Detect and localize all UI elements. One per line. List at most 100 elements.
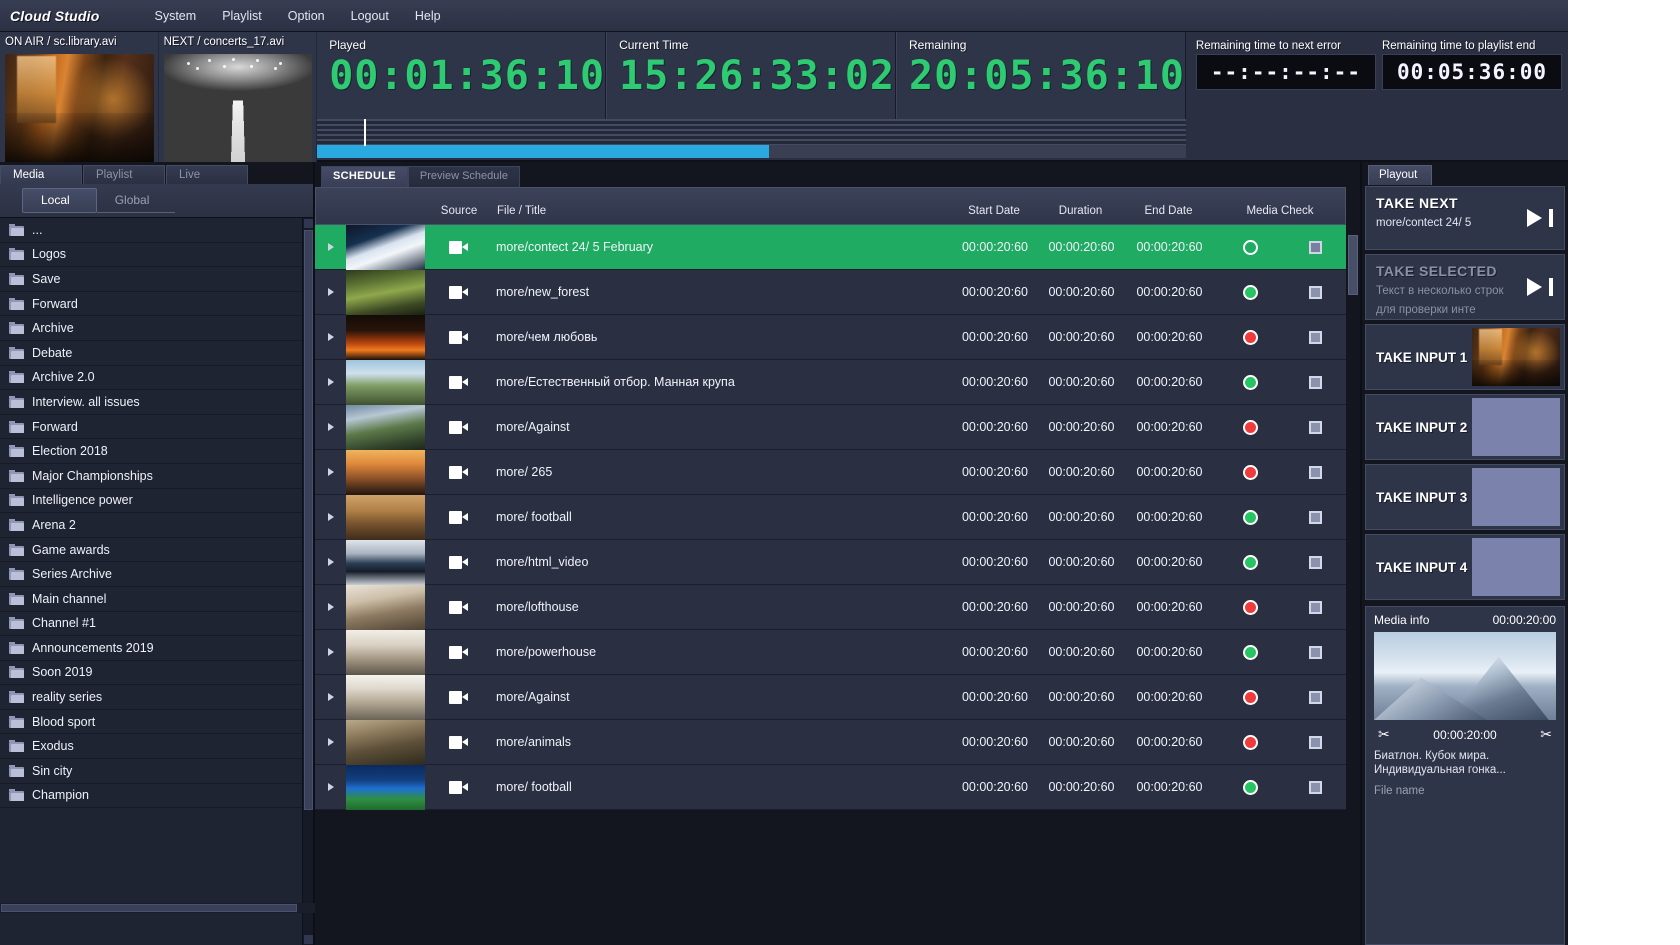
table-row[interactable]: more/powerhouse 00:00:20:60 00:00:20:60 00:… xyxy=(315,629,1346,675)
table-row[interactable]: more/html_video 00:00:20:60 00:00:20:60 00:… xyxy=(315,539,1346,585)
scroll-up-arrow[interactable] xyxy=(304,219,313,228)
row-select-checkbox-cell[interactable] xyxy=(1284,375,1346,389)
folder-item[interactable]: Series Archive xyxy=(0,562,302,587)
row-select-checkbox-cell[interactable] xyxy=(1284,510,1346,524)
sidebar-scroll-thumb[interactable] xyxy=(304,230,313,810)
take-selected-button[interactable]: TAKE SELECTED Текст в несколько строк дл… xyxy=(1365,254,1565,320)
menu-item-logout[interactable]: Logout xyxy=(338,5,402,27)
next-preview[interactable]: NEXT / concerts_17.avi xyxy=(158,32,318,162)
folder-item[interactable]: Channel #1 xyxy=(0,612,302,637)
folder-item[interactable]: Champion xyxy=(0,784,302,809)
row-expand-toggle[interactable] xyxy=(315,738,346,746)
take-input-1[interactable]: TAKE INPUT 1 xyxy=(1365,324,1565,390)
row-media-check[interactable] xyxy=(1216,239,1284,255)
row-media-check[interactable] xyxy=(1216,689,1284,705)
folder-item[interactable]: Archive xyxy=(0,316,302,341)
row-thumbnail[interactable] xyxy=(346,764,425,810)
row-thumbnail[interactable] xyxy=(346,404,425,450)
table-row[interactable]: more/Естественный отбор. Манная крупа 00:… xyxy=(315,359,1346,405)
row-thumbnail[interactable] xyxy=(346,539,425,585)
sidebar-scrollbar[interactable] xyxy=(302,218,313,945)
row-select-checkbox-cell[interactable] xyxy=(1284,555,1346,569)
table-row[interactable]: more/animals 00:00:20:60 00:00:20:60 00:00:… xyxy=(315,719,1346,765)
row-checkbox[interactable] xyxy=(1308,375,1322,389)
row-media-check[interactable] xyxy=(1216,374,1284,390)
folder-item[interactable]: Intelligence power xyxy=(0,489,302,514)
row-thumbnail[interactable] xyxy=(346,359,425,405)
row-media-check[interactable] xyxy=(1216,509,1284,525)
row-expand-toggle[interactable] xyxy=(315,603,346,611)
tab-live[interactable]: Live xyxy=(166,165,248,184)
row-media-check[interactable] xyxy=(1216,329,1284,345)
folder-item[interactable]: Major Championships xyxy=(0,464,302,489)
row-checkbox[interactable] xyxy=(1308,465,1322,479)
row-media-check[interactable] xyxy=(1216,419,1284,435)
folder-item[interactable]: Game awards xyxy=(0,538,302,563)
trim-in-icon[interactable]: ✂ xyxy=(1378,726,1390,743)
row-checkbox[interactable] xyxy=(1308,780,1322,794)
row-checkbox[interactable] xyxy=(1308,240,1322,254)
progress-bar[interactable] xyxy=(317,145,1186,158)
menu-item-playlist[interactable]: Playlist xyxy=(209,5,275,27)
row-expand-toggle[interactable] xyxy=(315,693,346,701)
row-select-checkbox-cell[interactable] xyxy=(1284,330,1346,344)
folder-item[interactable]: Arena 2 xyxy=(0,513,302,538)
column-header-source[interactable]: Source xyxy=(426,205,492,217)
onair-preview[interactable]: ON AIR / sc.library.avi xyxy=(0,32,159,162)
sidebar-horizontal-scrollbar[interactable] xyxy=(0,903,315,913)
row-expand-toggle[interactable] xyxy=(315,378,346,386)
folder-item[interactable]: Forward xyxy=(0,415,302,440)
trim-out-icon[interactable]: ✂ xyxy=(1540,726,1552,743)
row-thumbnail[interactable] xyxy=(346,584,425,630)
row-select-checkbox-cell[interactable] xyxy=(1284,465,1346,479)
folder-item[interactable]: Announcements 2019 xyxy=(0,636,302,661)
row-thumbnail[interactable] xyxy=(346,269,425,315)
folder-item[interactable]: Soon 2019 xyxy=(0,661,302,686)
row-select-checkbox-cell[interactable] xyxy=(1284,240,1346,254)
subtab-global[interactable]: Global xyxy=(96,189,176,213)
menu-item-system[interactable]: System xyxy=(142,5,210,27)
folder-item[interactable]: Forward xyxy=(0,292,302,317)
folder-item[interactable]: Exodus xyxy=(0,734,302,760)
table-row[interactable]: more/lofthouse 00:00:20:60 00:00:20:60 00:0… xyxy=(315,584,1346,630)
row-media-check[interactable] xyxy=(1216,464,1284,480)
table-row[interactable]: more/Against 00:00:20:60 00:00:20:60 00:00:… xyxy=(315,674,1346,720)
take-input-2[interactable]: TAKE INPUT 2 xyxy=(1365,394,1565,460)
folder-item[interactable]: ... xyxy=(0,218,302,243)
column-header-duration[interactable]: Duration xyxy=(1039,205,1122,217)
row-expand-toggle[interactable] xyxy=(315,243,346,251)
take-next-icon-wrap[interactable] xyxy=(1516,187,1564,249)
column-header-start-date[interactable]: Start Date xyxy=(949,205,1039,217)
subtab-local[interactable]: Local xyxy=(22,188,97,213)
row-checkbox[interactable] xyxy=(1308,510,1322,524)
folder-item[interactable]: Blood sport xyxy=(0,710,302,735)
folder-item[interactable]: reality series xyxy=(0,685,302,710)
row-media-check[interactable] xyxy=(1216,779,1284,795)
timeline-playhead[interactable] xyxy=(364,118,367,146)
row-checkbox[interactable] xyxy=(1308,690,1322,704)
row-media-check[interactable] xyxy=(1216,284,1284,300)
folder-item[interactable]: Sin city xyxy=(0,759,302,784)
take-next-button[interactable]: TAKE NEXT more/contect 24/ 5 xyxy=(1365,186,1565,250)
table-row[interactable]: more/ football 00:00:20:60 00:00:20:60 00:0… xyxy=(315,494,1346,540)
media-info-thumbnail[interactable] xyxy=(1374,632,1556,720)
row-expand-toggle[interactable] xyxy=(315,468,346,476)
row-expand-toggle[interactable] xyxy=(315,783,346,791)
folder-item[interactable]: Debate xyxy=(0,341,302,366)
row-expand-toggle[interactable] xyxy=(315,423,346,431)
playback-timeline[interactable] xyxy=(317,118,1186,160)
menu-item-option[interactable]: Option xyxy=(275,5,338,27)
row-select-checkbox-cell[interactable] xyxy=(1284,600,1346,614)
tab-media[interactable]: Media xyxy=(0,165,82,184)
row-thumbnail[interactable] xyxy=(346,449,425,495)
row-select-checkbox-cell[interactable] xyxy=(1284,420,1346,434)
row-media-check[interactable] xyxy=(1216,644,1284,660)
row-thumbnail[interactable] xyxy=(346,674,425,720)
folder-item[interactable]: Archive 2.0 xyxy=(0,366,302,391)
scroll-down-arrow[interactable] xyxy=(304,935,313,944)
folder-item[interactable]: Logos xyxy=(0,243,302,268)
column-header-file-title[interactable]: File / Title xyxy=(492,205,949,217)
row-expand-toggle[interactable] xyxy=(315,288,346,296)
tab-playout[interactable]: Playout xyxy=(1368,165,1433,185)
row-media-check[interactable] xyxy=(1216,554,1284,570)
